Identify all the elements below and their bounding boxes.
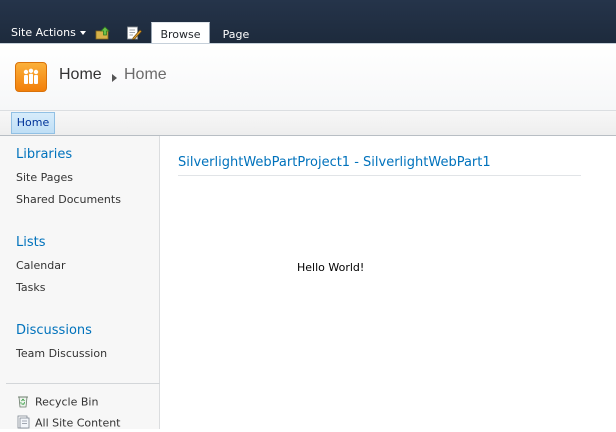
quick-launch: Libraries Site Pages Shared Documents Li…: [0, 136, 160, 432]
ql-item-tasks[interactable]: Tasks: [16, 281, 45, 294]
tab-page[interactable]: Page: [213, 22, 259, 44]
tab-browse[interactable]: Browse: [151, 22, 210, 44]
site-actions-menu[interactable]: Site Actions: [11, 26, 86, 39]
webpart-title[interactable]: SilverlightWebPartProject1 - Silverlight…: [178, 155, 491, 170]
edit-page-icon[interactable]: [126, 26, 142, 40]
silverlight-content-text: Hello World!: [297, 261, 365, 274]
quick-launch-divider: [6, 383, 160, 384]
sharepoint-site-logo-icon[interactable]: [15, 62, 47, 92]
site-content-icon: [16, 415, 30, 432]
top-navigation-bar: Home: [0, 111, 616, 136]
ribbon-bar: Site Actions Browse Page: [0, 0, 616, 44]
recycle-bin-link[interactable]: Recycle Bin: [16, 394, 98, 411]
ql-heading-discussions[interactable]: Discussions: [16, 323, 92, 338]
ql-heading-lists[interactable]: Lists: [16, 235, 46, 250]
breadcrumb-current-page: Home: [124, 66, 167, 83]
title-area: Home Home: [0, 44, 616, 111]
recycle-bin-label: Recycle Bin: [35, 395, 99, 409]
navigate-up-icon[interactable]: [95, 26, 111, 40]
ql-heading-libraries[interactable]: Libraries: [16, 147, 72, 162]
recycle-bin-icon: [16, 394, 30, 411]
chevron-down-icon: [79, 31, 86, 35]
all-site-content-label: All Site Content: [35, 416, 121, 430]
topnav-item-home[interactable]: Home: [11, 112, 55, 134]
all-site-content-link[interactable]: All Site Content: [16, 415, 121, 432]
ql-item-shared-documents[interactable]: Shared Documents: [16, 193, 121, 206]
ql-item-calendar[interactable]: Calendar: [16, 259, 65, 272]
ql-item-team-discussion[interactable]: Team Discussion: [16, 347, 107, 360]
breadcrumb-home-link[interactable]: Home: [59, 66, 102, 84]
ql-item-site-pages[interactable]: Site Pages: [16, 171, 73, 184]
webpart-title-underline: [178, 175, 581, 176]
breadcrumb-arrow-icon: [112, 74, 117, 82]
site-actions-label: Site Actions: [11, 26, 76, 39]
